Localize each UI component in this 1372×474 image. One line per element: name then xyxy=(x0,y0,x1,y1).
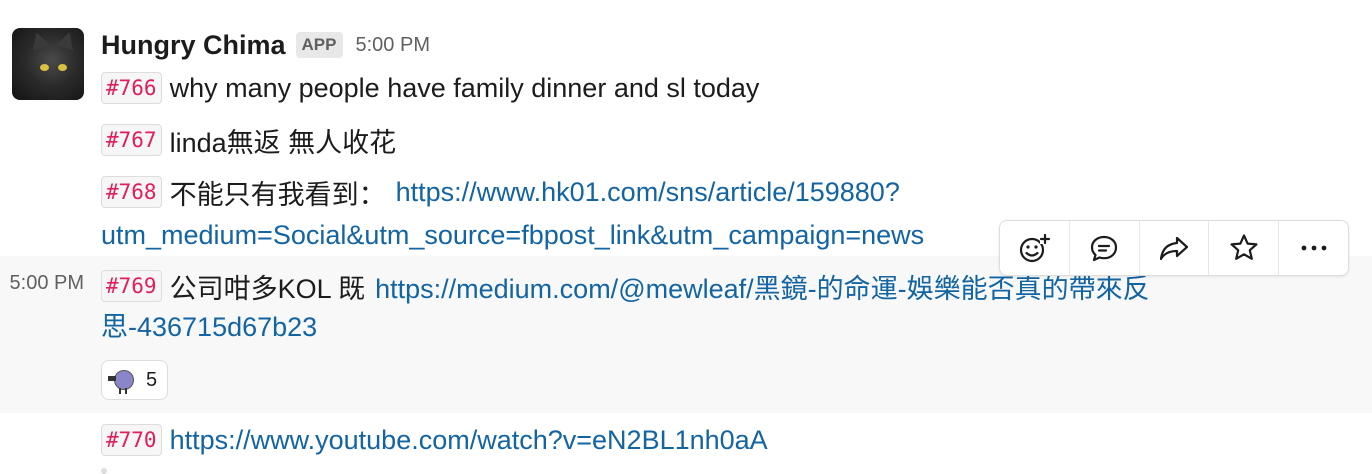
avatar-ear xyxy=(27,29,51,51)
add-reaction-button[interactable] xyxy=(1000,221,1069,275)
reply-thread-button[interactable] xyxy=(1068,221,1139,275)
message-line: #768 不能只有我看到： https://www.hk01.com/sns/a… xyxy=(101,172,900,212)
add-reaction-icon xyxy=(1020,233,1051,263)
reaction-count: 5 xyxy=(146,368,158,391)
message-line: #766 why many people have family dinner … xyxy=(101,68,759,108)
inline-code: #766 xyxy=(101,72,162,104)
share-message-button[interactable] xyxy=(1138,221,1209,275)
reply-thread-icon xyxy=(1091,235,1118,262)
message-link[interactable]: https://www.youtube.com/watch?v=eN2BL1nh… xyxy=(170,425,768,456)
star-icon xyxy=(1230,234,1258,260)
message-link-continued[interactable]: utm_medium=Social&utm_source=fbpost_link… xyxy=(101,216,1001,256)
message-text: 公司咁多KOL 既 xyxy=(169,273,366,304)
avatar-eye xyxy=(40,64,49,71)
message-link-continued[interactable]: 思-436715d67b23 xyxy=(101,308,317,348)
message-pane: Hungry Chima APP 5:00 PM #766 why many p… xyxy=(0,0,1372,474)
sender-name[interactable]: Hungry Chima xyxy=(101,30,286,61)
message-line: #770 https://www.youtube.com/watch?v=eN2… xyxy=(101,420,768,460)
message-text: 不能只有我看到： xyxy=(169,179,386,210)
more-actions-button[interactable] xyxy=(1278,221,1348,275)
app-badge: APP xyxy=(295,32,343,58)
message-timestamp[interactable]: 5:00 PM xyxy=(356,34,430,57)
message-link[interactable]: utm_medium=Social&utm_source=fbpost_link… xyxy=(101,220,924,250)
message-text: linda無返 無人收花 xyxy=(169,127,397,158)
message-actions-toolbar xyxy=(999,220,1349,276)
message-text: why many people have family dinner and s… xyxy=(169,72,760,103)
share-icon xyxy=(1159,236,1189,261)
next-message-edge xyxy=(101,468,107,474)
inline-code: #767 xyxy=(101,124,162,156)
inline-code: #770 xyxy=(101,424,162,456)
hover-timestamp[interactable]: 5:00 PM xyxy=(0,272,84,295)
avatar[interactable] xyxy=(12,28,84,100)
inline-code: #769 xyxy=(101,270,162,302)
more-actions-icon xyxy=(1301,245,1326,251)
message-link[interactable]: 思-436715d67b23 xyxy=(101,312,317,342)
message-header: Hungry Chima APP 5:00 PM xyxy=(101,28,430,62)
avatar-ear xyxy=(55,29,79,51)
message-link[interactable]: https://www.hk01.com/sns/article/159880? xyxy=(396,177,900,208)
save-star-button[interactable] xyxy=(1208,221,1278,275)
avatar-eye xyxy=(58,64,67,71)
message-line: #767 linda無返 無人收花 xyxy=(101,120,396,160)
inline-code: #768 xyxy=(101,176,162,208)
reaction-pill[interactable]: 5 xyxy=(101,360,169,400)
message-line: #769 公司咁多KOL 既 https://medium.com/@mewle… xyxy=(101,266,1150,306)
party-parrot-icon xyxy=(108,366,136,394)
